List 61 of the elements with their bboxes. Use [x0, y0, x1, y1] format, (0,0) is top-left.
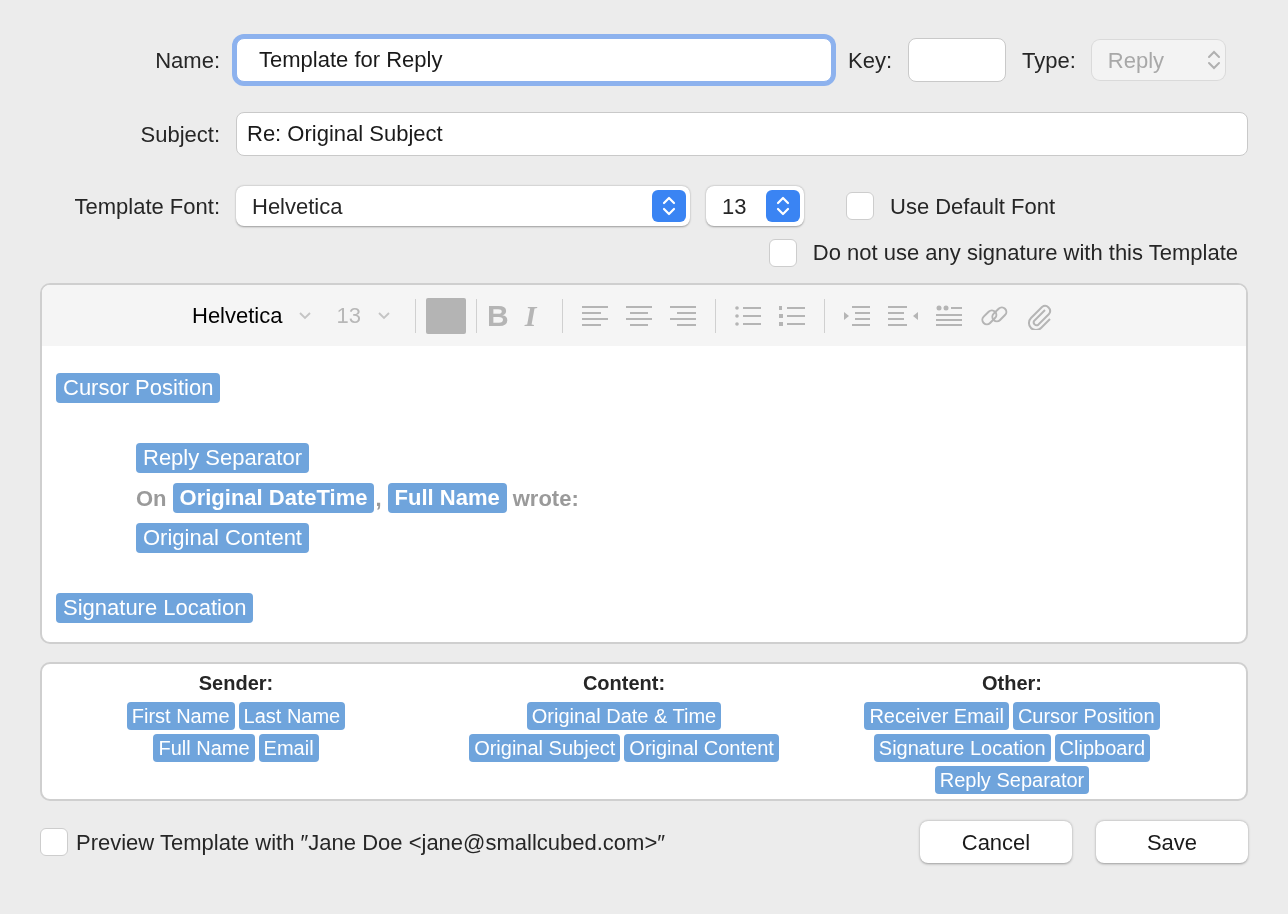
variable-token: Original DateTime [172, 483, 375, 513]
variable-button[interactable]: Last Name [238, 702, 346, 730]
align-right-icon [669, 303, 698, 328]
quote-text: , [375, 484, 382, 513]
size-popup[interactable]: 13 [706, 186, 804, 226]
chevrons-icon [776, 195, 790, 217]
color-swatch[interactable] [425, 297, 466, 334]
variable-token: Original Content [136, 523, 309, 553]
variable-button[interactable]: Full Name [153, 734, 255, 762]
variable-token: Reply Separator [136, 443, 309, 473]
variable-token: Cursor Position [56, 373, 221, 403]
stepper-button[interactable] [652, 190, 686, 222]
variable-button[interactable]: Cursor Position [1012, 702, 1160, 730]
variable-button[interactable]: Reply Separator [934, 766, 1090, 794]
variable-button[interactable]: Original Date & Time [526, 702, 722, 730]
align-center-icon [625, 303, 654, 328]
variable-button[interactable]: Original Subject [469, 734, 621, 762]
variable-token: Signature Location [56, 593, 254, 623]
style-button[interactable]: B [486, 293, 509, 338]
align-left-icon [581, 303, 610, 328]
checkbox-label: Do not use any signature with this Template [812, 239, 1238, 267]
name-field[interactable]: Template for Reply [236, 38, 832, 82]
variable-button[interactable]: Clipboard [1054, 734, 1151, 762]
dialog-button[interactable]: Cancel [920, 821, 1072, 863]
checkbox[interactable] [846, 192, 874, 220]
bullet-list-icon [734, 303, 763, 328]
variable-button[interactable]: Receiver Email [864, 702, 1009, 730]
stepper-button[interactable] [766, 190, 800, 222]
outdent-icon [887, 303, 920, 328]
field-label: Subject: [139, 120, 220, 149]
field-label: Name: [154, 46, 220, 75]
variable-token: Full Name [387, 483, 507, 513]
field-label: Key: [848, 46, 893, 75]
variable-button[interactable]: Signature Location [873, 734, 1051, 762]
chevron-down-icon [298, 310, 313, 321]
checkbox[interactable] [40, 828, 68, 856]
quote-text: On [136, 484, 167, 513]
indent-icon [843, 303, 872, 328]
quote-icon [935, 303, 964, 328]
field-label: Type: [1022, 46, 1076, 75]
checkbox[interactable] [768, 238, 797, 267]
checkbox-label: Preview Template with ″Jane Doe <jane@smallcubed.com>″ [76, 828, 665, 857]
variable-button[interactable]: Original Content [624, 734, 779, 762]
subject-field[interactable]: Re: Original Subject [236, 112, 1248, 156]
numbered-list-icon [778, 303, 807, 328]
group-heading: Content: [582, 671, 666, 696]
chevron-down-icon [376, 310, 391, 321]
variable-button[interactable]: Email [258, 734, 319, 762]
key-field[interactable] [908, 38, 1007, 82]
group-heading: Other: [982, 671, 1042, 696]
field-label: Template Font: [73, 192, 220, 221]
chevrons-icon [1206, 49, 1221, 71]
style-button[interactable]: I [524, 293, 537, 338]
group-heading: Sender: [198, 671, 274, 696]
font-popup[interactable]: Helvetica [236, 186, 690, 226]
font-selector[interactable]: Helvetica [192, 299, 283, 332]
variable-button[interactable]: First Name [126, 702, 235, 730]
checkbox-label: Use Default Font [890, 192, 1056, 221]
chevrons-icon [662, 195, 676, 217]
dialog-button[interactable]: Save [1096, 821, 1248, 863]
quote-text: wrote: [512, 484, 579, 513]
